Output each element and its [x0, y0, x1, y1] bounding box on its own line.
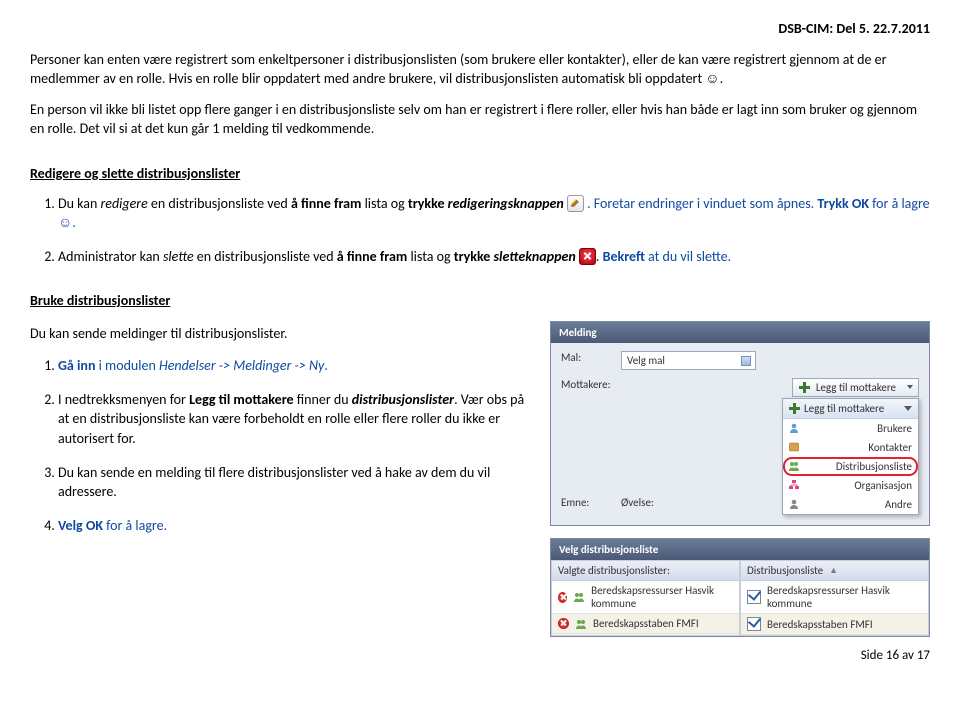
text: at du vil slette.	[645, 248, 731, 265]
header-label: Distribusjonsliste	[747, 564, 823, 577]
text: for å lagre.	[103, 517, 167, 534]
mal-label: Mal:	[561, 351, 621, 364]
melding-panel: Melding Mal: Velg mal Mottakere: Legg ti…	[550, 321, 930, 526]
organisation-icon	[788, 479, 800, 491]
menu-label: Brukere	[877, 422, 912, 435]
text-bold: å finne fram	[291, 195, 361, 212]
text-em: slette	[163, 248, 194, 265]
row-label: Beredskapsstaben FMFI	[767, 618, 873, 631]
mottakere-label: Mottakere:	[561, 378, 621, 391]
table-row[interactable]: Beredskapsstaben FMFI	[741, 614, 928, 635]
chevron-down-icon	[904, 406, 912, 411]
edit-icon	[567, 195, 584, 212]
list-item-label: Beredskapsressurser Hasvik kommune	[591, 584, 733, 610]
remove-icon[interactable]	[558, 618, 569, 629]
intro-paragraph-2: En person vil ikke bli listet opp flere …	[30, 101, 930, 139]
text: i modulen	[95, 357, 159, 374]
distribution-list-icon	[575, 618, 587, 630]
dropdown-header-label: Legg til mottakere	[804, 402, 884, 415]
mal-select[interactable]: Velg mal	[621, 351, 756, 370]
user-icon	[788, 422, 800, 434]
list-item: Velg OK for å lagre.	[58, 516, 530, 536]
text: I nedtrekksmenyen for	[58, 391, 189, 408]
text: .	[324, 357, 328, 374]
menu-item-kontakter[interactable]: Kontakter	[783, 438, 918, 457]
list-item[interactable]: Beredskapsstaben FMFI	[552, 614, 739, 634]
text-em: Hendelser -> Meldinger -> Ny	[159, 357, 324, 374]
plus-icon	[799, 382, 810, 393]
menu-item-andre[interactable]: Andre	[783, 495, 918, 514]
select-distributionlist-panel: Velg distribusjonsliste Valgte distribus…	[550, 538, 930, 637]
sort-icon: ▲	[829, 565, 838, 576]
panel2-title: Velg distribusjonsliste	[551, 539, 929, 560]
text-bold-em: redigeringsknappen	[448, 195, 564, 212]
section-title-edit-delete: Redigere og slette distribusjonslister	[30, 165, 930, 182]
text: Du kan	[58, 195, 101, 212]
use-list: Gå inn i modulen Hendelser -> Meldinger …	[30, 356, 530, 535]
plus-icon	[789, 403, 800, 414]
list-item[interactable]: Beredskapsressurser Hasvik kommune	[552, 581, 739, 614]
selected-lists-header: Valgte distribusjonslister:	[552, 561, 739, 581]
text-bold-em: sletteknappen	[494, 248, 576, 265]
list-item: Administrator kan slette en distribusjon…	[58, 247, 930, 267]
text-bold: Gå inn	[58, 357, 95, 374]
list-item: Du kan redigere en distribusjonsliste ve…	[58, 194, 930, 233]
text: .	[596, 248, 603, 265]
recipients-dropdown: Legg til mottakere Brukere Kontakter	[782, 398, 919, 515]
menu-label: Andre	[885, 498, 912, 511]
other-icon	[788, 498, 800, 510]
text-bold: trykke	[408, 195, 448, 212]
add-recipients-button[interactable]: Legg til mottakere	[792, 378, 919, 397]
table-row[interactable]: Beredskapsressurser Hasvik kommune	[741, 581, 928, 614]
distribution-list-icon	[788, 460, 800, 472]
checkbox[interactable]	[747, 617, 761, 631]
edit-delete-list: Du kan redigere en distribusjonsliste ve…	[30, 194, 930, 267]
contact-icon	[788, 441, 800, 453]
menu-item-brukere[interactable]: Brukere	[783, 419, 918, 438]
list-item: Du kan sende en melding til flere distri…	[58, 463, 530, 502]
text-bold: Trykk OK	[817, 195, 869, 212]
text: . Foretar endringer i vinduet som åpnes.	[587, 195, 817, 212]
intro-paragraph-1: Personer kan enten være registrert som e…	[30, 51, 930, 89]
text: Administrator kan	[58, 248, 163, 265]
list-item: Gå inn i modulen Hendelser -> Meldinger …	[58, 356, 530, 376]
text: lista og	[361, 195, 407, 212]
menu-item-distribusjonsliste[interactable]: Distribusjonsliste	[783, 457, 918, 476]
checkbox[interactable]	[747, 590, 761, 604]
row-label: Beredskapsressurser Hasvik kommune	[767, 584, 922, 610]
menu-item-organisasjon[interactable]: Organisasjon	[783, 476, 918, 495]
list-item: I nedtrekksmenyen for Legg til mottakere…	[58, 390, 530, 449]
menu-label: Organisasjon	[854, 479, 912, 492]
section-title-use: Bruke distribusjonslister	[30, 292, 930, 309]
emne-label: Emne:	[561, 496, 621, 509]
text-bold: Legg til mottakere	[189, 391, 293, 408]
text: lista og	[407, 248, 453, 265]
text-em: redigere	[101, 195, 148, 212]
selected-lists-column: Valgte distribusjonslister: Beredskapsre…	[551, 560, 740, 636]
text: en distribusjonsliste ved	[194, 248, 337, 265]
header-label: Valgte distribusjonslister:	[558, 564, 670, 577]
menu-label: Kontakter	[868, 441, 912, 454]
page-footer: Side 16 av 17	[861, 648, 930, 663]
remove-icon[interactable]	[558, 592, 567, 603]
menu-label: Distribusjonsliste	[836, 460, 912, 473]
available-lists-column: Distribusjonsliste ▲ Beredskapsressurser …	[740, 560, 929, 636]
list-item-label: Beredskapsstaben FMFI	[593, 617, 699, 630]
available-lists-header[interactable]: Distribusjonsliste ▲	[741, 561, 928, 581]
delete-icon	[579, 248, 596, 265]
dropdown-header[interactable]: Legg til mottakere	[783, 399, 918, 419]
text-bold: Bekreft	[603, 248, 645, 265]
text-bold: Velg OK	[58, 517, 103, 534]
text-bold: å finne fram	[337, 248, 407, 265]
panel-title: Melding	[551, 322, 929, 343]
text: en distribusjonsliste ved	[148, 195, 291, 212]
distribution-list-icon	[573, 591, 585, 603]
add-recipients-label: Legg til mottakere	[816, 381, 896, 394]
text: finner du	[294, 391, 352, 408]
header-reference: DSB-CIM: Del 5. 22.7.2011	[30, 20, 930, 37]
use-lead: Du kan sende meldinger til distribusjons…	[30, 325, 530, 344]
text-bold-em: distribusjonslister	[352, 391, 454, 408]
text-bold: trykke	[454, 248, 494, 265]
